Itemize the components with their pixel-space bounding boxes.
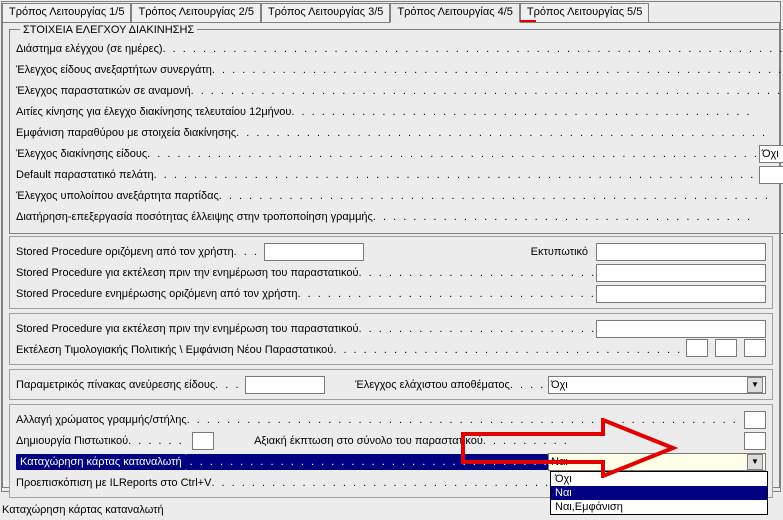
tab-mode-4[interactable]: Τρόπος Λειτουργίας 4/5 (390, 3, 519, 23)
sp-before-input[interactable] (596, 264, 766, 282)
value-discount-box[interactable] (744, 432, 766, 450)
min-stock-select[interactable]: Όχι ▼ (548, 376, 766, 394)
label-card-reg: Καταχώρηση κάρτας καταναλωτή (16, 454, 186, 470)
label-pricing-new-doc: Εκτέλεση Τιμολογιακής Πολιτικής \ Εμφάνι… (16, 344, 333, 356)
status-bar: Καταχώρηση κάρτας καταναλωτή (2, 504, 164, 516)
label-interval: Διάστημα ελέγχου (σε ημέρες) (16, 43, 163, 55)
label-default-doc: Default παραστατικό πελάτη (16, 169, 154, 181)
pricing-box-2[interactable] (715, 339, 737, 357)
label-value-discount: Αξιακή έκπτωση στο σύνολο του παραστατικ… (254, 435, 483, 447)
chevron-down-icon[interactable]: ▼ (747, 454, 763, 470)
dropdown-option-yes[interactable]: Ναι (551, 486, 767, 500)
label-show-window: Εμφάνιση παραθύρου με στοιχεία διακίνηση… (16, 127, 236, 139)
tab-mode-1[interactable]: Τρόπος Λειτουργίας 1/5 (2, 3, 131, 23)
panel-params: Παραμετρικός πίνακας ανεύρεσης είδους . … (9, 369, 773, 400)
lookup-table-input[interactable] (245, 376, 325, 394)
color-row-box[interactable] (744, 411, 766, 429)
sp-update-user-input[interactable] (596, 285, 766, 303)
label-last12: Αιτίες κίνησης για έλεγχο διακίνησης τελ… (16, 106, 291, 118)
tab-mode-3[interactable]: Τρόπος Λειτουργίας 3/5 (261, 3, 390, 23)
print-like-input[interactable] (596, 243, 766, 261)
sp-before2-input[interactable] (596, 320, 766, 338)
label-sp-before2: Stored Procedure για εκτέλεση πριν την ε… (16, 323, 359, 335)
card-reg-dropdown[interactable]: Όχι Ναι Ναι,Εμφάνιση (550, 471, 768, 515)
label-sp-before: Stored Procedure για εκτέλεση πριν την ε… (16, 267, 359, 279)
dropdown-option-no[interactable]: Όχι (551, 472, 767, 486)
tab-row: Τρόπος Λειτουργίας 1/5 Τρόπος Λειτουργία… (2, 2, 780, 22)
tab-mode-5[interactable]: Τρόπος Λειτουργίας 5/5 (520, 3, 649, 23)
min-stock-value: Όχι (551, 379, 568, 391)
label-pending-docs: Έλεγχος παραστατικών σε αναμονή (16, 85, 191, 97)
group-legend: ΣΤΟΙΧΕΙΑ ΕΛΕΓΧΟΥ ΔΙΑΚΙΝΗΣΗΣ (20, 24, 197, 36)
card-reg-value: Ναι (551, 456, 568, 468)
pricing-box-1[interactable] (686, 339, 708, 357)
label-ctrlv-preview: Προεπισκόπιση με ILReports στο Ctrl+V (16, 477, 211, 489)
label-color-row: Αλλαγή χρώματος γραμμής/στήλης (16, 414, 187, 426)
default-doc-input[interactable] (759, 166, 783, 184)
label-keep-edit-qty: Διατήρηση-επεξεργασία ποσότητας έλλειψης… (16, 211, 373, 223)
create-credit-box[interactable] (192, 432, 214, 450)
move-type-value: Όχι (762, 148, 779, 160)
label-sp-update-user: Stored Procedure ενημέρωσης οριζόμενη απ… (16, 288, 298, 300)
label-create-credit: Δημιουργία Πιστωτικού (16, 435, 128, 447)
panel-last: Αλλαγή χρώματος γραμμής/στήλης . . . . .… (9, 404, 773, 498)
label-balance-check: Έλεγχος υπολοίπου ανεξάρτητα παρτίδας (16, 190, 219, 202)
label-partner-type: Έλεγχος είδους ανεξαρτήτων συνεργάτη (16, 64, 212, 76)
sp-user-input[interactable] (264, 243, 364, 261)
panel-stored-proc-2: Stored Procedure για εκτέλεση πριν την ε… (9, 313, 773, 365)
label-sp-user: Stored Procedure οριζόμενη από τον χρήστ… (16, 246, 234, 258)
tab-mode-2[interactable]: Τρόπος Λειτουργίας 2/5 (131, 3, 260, 23)
card-reg-select[interactable]: Ναι ▼ (548, 453, 766, 471)
label-min-stock: Έλεγχος ελάχιστου αποθέματος (355, 379, 510, 391)
label-lookup-table: Παραμετρικός πίνακας ανεύρεσης είδους (16, 379, 215, 391)
pricing-box-3[interactable] (744, 339, 766, 357)
chevron-down-icon[interactable]: ▼ (747, 377, 763, 393)
label-print-like: Εκτυπωτικό (531, 246, 588, 258)
dropdown-option-yes-show[interactable]: Ναι,Εμφάνιση (551, 500, 767, 514)
panel-stored-proc-1: Stored Procedure οριζόμενη από τον χρήστ… (9, 236, 773, 309)
label-move-type: Έλεγχος διακίνησης είδους (16, 148, 147, 160)
group-movement-control: ΣΤΟΙΧΕΙΑ ΕΛΕΓΧΟΥ ΔΙΑΚΙΝΗΣΗΣ Διάστημα ελέ… (9, 29, 783, 234)
move-type-select[interactable]: Όχι ▼ (759, 145, 783, 163)
